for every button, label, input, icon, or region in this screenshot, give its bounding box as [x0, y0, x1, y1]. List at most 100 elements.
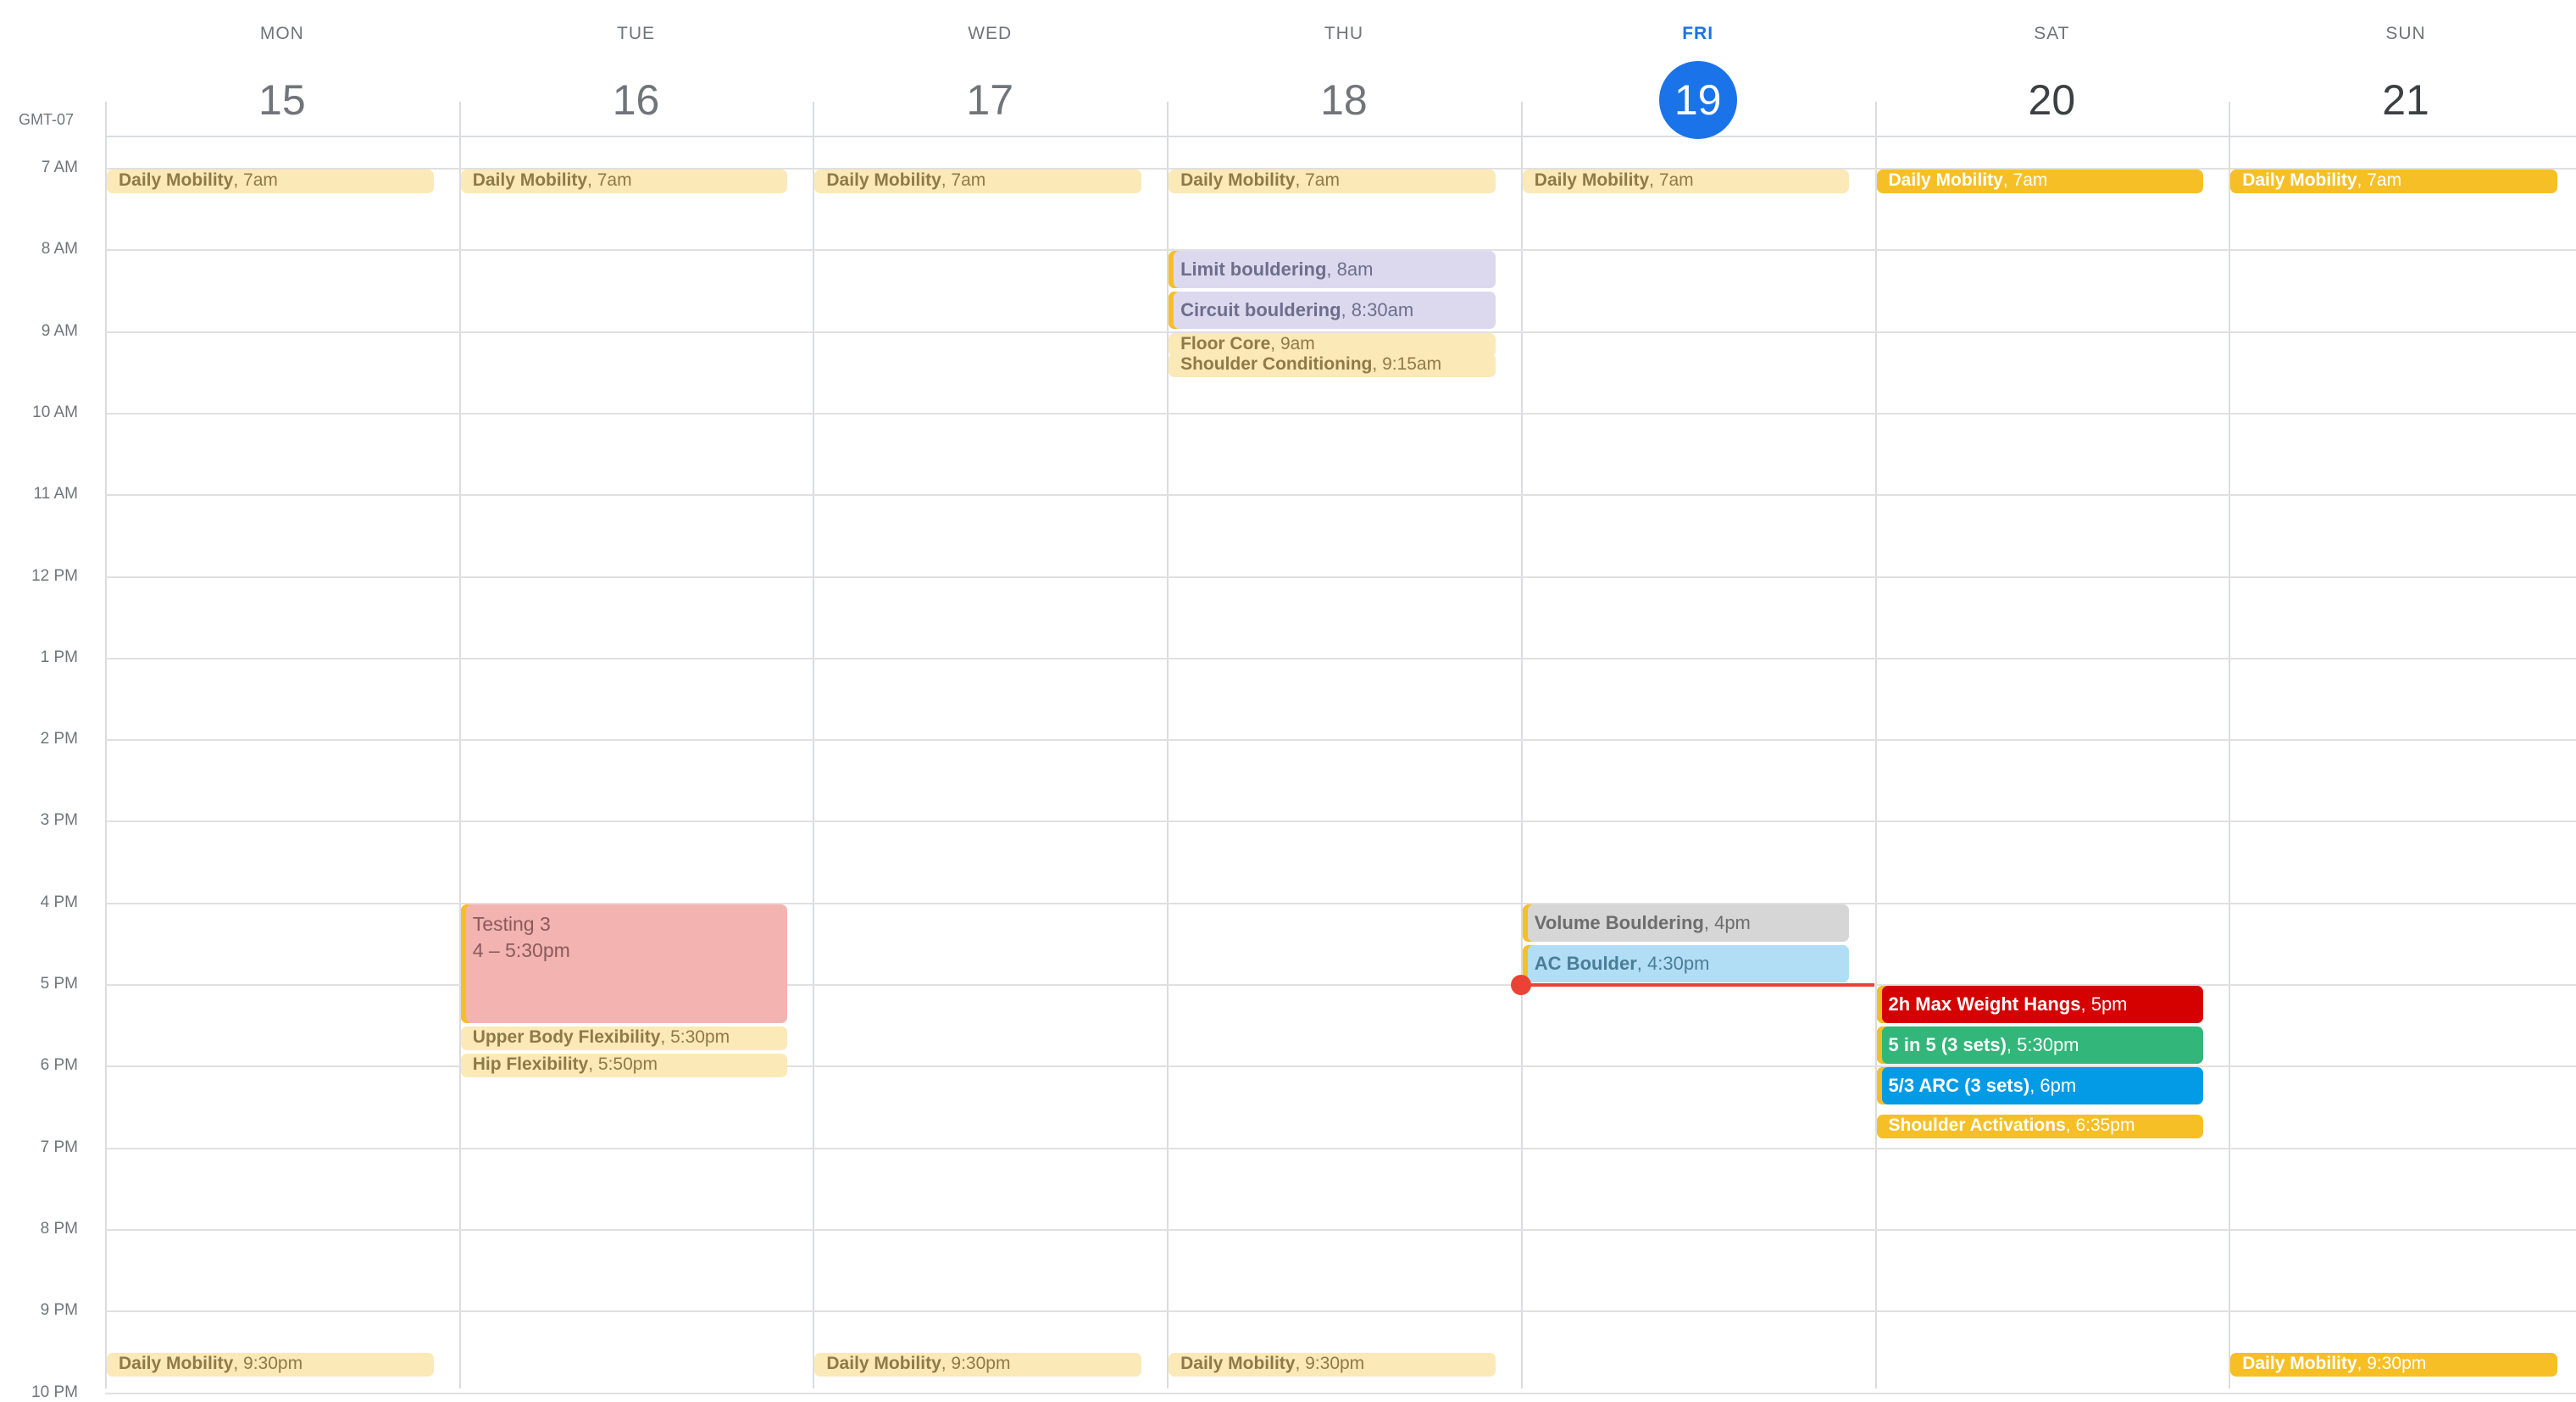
event-shoulder-activations[interactable]: Shoulder Activations, 6:35pm	[1876, 1115, 2204, 1139]
day-header-fri[interactable]: FRI 19	[1521, 0, 1875, 139]
event-time: 5:30pm	[2017, 1034, 2079, 1056]
event-separator: ,	[941, 1354, 952, 1374]
day-of-week-label: MON	[259, 24, 304, 43]
event-daily-mobility[interactable]: Daily Mobility, 7am	[2230, 170, 2557, 193]
timezone-label: GMT-07	[19, 111, 75, 128]
hour-label: 10 PM	[31, 1383, 78, 1401]
hour-label: 6 PM	[40, 1056, 78, 1075]
event-time: 7am	[1305, 170, 1340, 190]
event-daily-mobility[interactable]: Daily Mobility, 7am	[814, 170, 1142, 193]
event-daily-mobility[interactable]: Daily Mobility, 9:30pm	[2230, 1353, 2557, 1377]
event-title: Floor Core	[1180, 333, 1271, 353]
day-header-mon[interactable]: MON 15	[105, 0, 459, 136]
day-header-sun[interactable]: SUN 21	[2229, 0, 2576, 136]
event-title: Daily Mobility	[2242, 170, 2357, 190]
event-title: Testing 3	[472, 912, 551, 935]
day-header-sat[interactable]: SAT 20	[1875, 0, 2229, 136]
day-header-wed[interactable]: WED 17	[813, 0, 1167, 136]
event-daily-mobility[interactable]: Daily Mobility, 7am	[107, 170, 434, 193]
day-column-divider	[1874, 102, 1877, 1388]
event-time: 7am	[243, 170, 278, 190]
event-ac-boulder[interactable]: AC Boulder, 4:30pm	[1522, 944, 1850, 982]
event-daily-mobility[interactable]: Daily Mobility, 7am	[1522, 170, 1850, 193]
event-hip-flexibility[interactable]: Hip Flexibility, 5:50pm	[460, 1054, 788, 1078]
hour-label: 7 PM	[40, 1138, 78, 1156]
event-separator: ,	[1341, 299, 1352, 321]
event-title: Daily Mobility	[1180, 170, 1296, 190]
event-limit-bouldering[interactable]: Limit bouldering, 8am	[1169, 251, 1496, 289]
event-daily-mobility[interactable]: Daily Mobility, 7am	[1876, 170, 2204, 193]
day-number[interactable]: 21	[2367, 61, 2445, 139]
event-time: 9:15am	[1382, 353, 1442, 374]
week-calendar: GMT-07 MON 15 TUE 16 WED 17 THU 18 FRI 19 SAT 20 SUN…	[0, 0, 2576, 1401]
hour-gridline	[105, 657, 2576, 659]
event-separator: ,	[588, 1054, 598, 1075]
day-number[interactable]: 17	[951, 61, 1029, 139]
day-number[interactable]: 18	[1305, 61, 1383, 139]
event-5-in-5-3-sets[interactable]: 5 in 5 (3 sets), 5:30pm	[1876, 1026, 2204, 1065]
hour-gridline	[105, 412, 2576, 414]
event-separator: ,	[1636, 952, 1648, 974]
hour-label: 11 AM	[33, 485, 78, 503]
event-shoulder-conditioning[interactable]: Shoulder Conditioning, 9:15am	[1169, 353, 1496, 377]
event-title: Daily Mobility	[1888, 170, 2003, 190]
event-title: Daily Mobility	[472, 170, 588, 190]
current-time-line	[1520, 983, 1875, 987]
event-testing-3[interactable]: Testing 3 4 – 5:30pm	[460, 904, 788, 1024]
event-time: 9:30pm	[1305, 1354, 1365, 1374]
event-separator: ,	[233, 170, 244, 190]
event-time: 9am	[1280, 333, 1315, 353]
hour-label: 9 PM	[40, 1301, 78, 1320]
day-header-tue[interactable]: TUE 16	[459, 0, 813, 136]
event-separator: ,	[587, 170, 597, 190]
event-daily-mobility[interactable]: Daily Mobility, 9:30pm	[814, 1353, 1142, 1377]
event-title: Daily Mobility	[119, 170, 234, 190]
event-time: 9:30pm	[951, 1354, 1011, 1374]
day-header-thu[interactable]: THU 18	[1167, 0, 1521, 136]
day-number[interactable]: 20	[2012, 61, 2090, 139]
event-time: 5:30pm	[670, 1027, 730, 1048]
event-separator: ,	[2029, 1075, 2040, 1097]
event-separator: ,	[1372, 353, 1383, 374]
hour-gridline	[105, 1310, 2576, 1313]
event-title: 5 in 5 (3 sets)	[1888, 1034, 2007, 1056]
event-time: 8:30am	[1351, 299, 1414, 321]
hour-label: 7 AM	[41, 159, 78, 176]
event-time: 7am	[2367, 170, 2402, 190]
event-daily-mobility[interactable]: Daily Mobility, 7am	[460, 170, 788, 193]
event-circuit-bouldering[interactable]: Circuit bouldering, 8:30am	[1169, 292, 1496, 330]
hour-gridline	[105, 576, 2576, 578]
hour-label: 1 PM	[40, 648, 78, 666]
event-volume-bouldering[interactable]: Volume Bouldering, 4pm	[1522, 904, 1850, 942]
day-column-divider	[105, 102, 107, 1388]
event-separator: ,	[2357, 1354, 2368, 1374]
day-of-week-label: THU	[1324, 24, 1364, 43]
day-number[interactable]: 16	[597, 61, 675, 139]
event-time: 4:30pm	[1647, 952, 1710, 974]
event-5-3-arc-3-sets[interactable]: 5/3 ARC (3 sets), 6pm	[1876, 1067, 2204, 1105]
day-number[interactable]: 19	[1658, 61, 1737, 139]
event-separator: ,	[1270, 333, 1280, 353]
event-daily-mobility[interactable]: Daily Mobility, 9:30pm	[107, 1353, 434, 1377]
event-upper-body-flexibility[interactable]: Upper Body Flexibility, 5:30pm	[460, 1026, 788, 1051]
event-separator: ,	[1326, 259, 1337, 281]
event-daily-mobility[interactable]: Daily Mobility, 9:30pm	[1169, 1353, 1496, 1377]
event-title: Hip Flexibility	[472, 1054, 589, 1075]
hour-label: 12 PM	[31, 566, 78, 585]
event-title: Shoulder Activations	[1888, 1115, 2066, 1136]
current-time-dot	[1510, 975, 1531, 995]
event-separator: ,	[660, 1027, 671, 1048]
day-column-divider	[2229, 102, 2231, 1388]
event-time: 7am	[597, 170, 632, 190]
event-title: 2h Max Weight Hangs	[1888, 993, 2081, 1015]
event-daily-mobility[interactable]: Daily Mobility, 7am	[1169, 170, 1496, 193]
event-title: Shoulder Conditioning	[1180, 353, 1373, 374]
day-column-divider	[458, 102, 461, 1388]
event-time: 9:30pm	[2367, 1354, 2427, 1374]
day-number[interactable]: 15	[243, 61, 321, 139]
event-title: Upper Body Flexibility	[472, 1027, 661, 1048]
event-2h-max-weight-hangs[interactable]: 2h Max Weight Hangs, 5pm	[1876, 986, 2204, 1023]
event-separator: ,	[1649, 170, 1659, 190]
event-title: 5/3 ARC (3 sets)	[1888, 1075, 2030, 1097]
hour-label: 10 AM	[32, 403, 78, 421]
